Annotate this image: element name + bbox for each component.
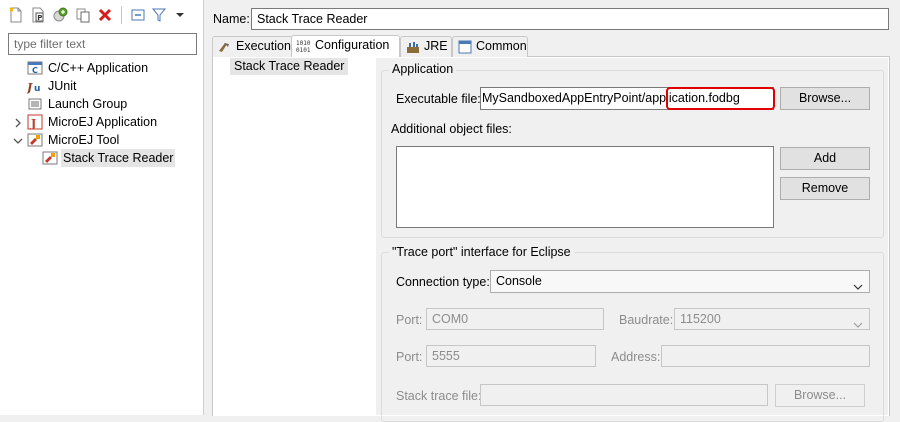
- toolbar-separator: [121, 6, 122, 24]
- tab-common[interactable]: Common: [452, 36, 528, 57]
- tree-item-label: MicroEJ Application: [48, 115, 158, 129]
- socket-port-field[interactable]: 5555: [426, 345, 596, 367]
- new-configuration-icon[interactable]: [8, 7, 24, 23]
- tab-execution[interactable]: Execution: [212, 36, 293, 57]
- new-prototype-icon[interactable]: P: [30, 7, 46, 23]
- application-group-label: Application: [389, 62, 457, 76]
- tree-item-label: JUnit: [48, 79, 77, 93]
- chevron-down-icon[interactable]: [13, 135, 23, 145]
- tab-configuration[interactable]: 1010 0101 Configuration: [291, 35, 400, 57]
- execution-icon: [217, 39, 233, 55]
- launch-config-editor: Name: Stack Trace Reader Execution 1010 0…: [205, 0, 900, 422]
- tab-jre[interactable]: JRE: [400, 36, 452, 57]
- executable-browse-button[interactable]: Browse...: [780, 87, 870, 110]
- connection-type-select[interactable]: Console: [490, 270, 870, 293]
- tab-label: Configuration: [315, 38, 390, 52]
- common-icon: [457, 39, 473, 55]
- serial-port-field[interactable]: COM0: [426, 308, 604, 330]
- additional-object-files-label: Additional object files:: [391, 122, 512, 136]
- binary-icon: 1010 0101: [296, 38, 312, 54]
- add-button[interactable]: Add: [780, 147, 870, 170]
- launch-config-list-panel: P C C/C++ Application Ju JUnit Launch Gr…: [0, 0, 204, 415]
- svg-text:1010: 1010: [296, 40, 311, 47]
- microej-application-icon: J: [27, 114, 43, 130]
- chevron-right-icon[interactable]: [13, 117, 23, 128]
- svg-text:0101: 0101: [296, 47, 311, 54]
- stack-trace-file-field[interactable]: [480, 384, 768, 406]
- executable-file-label: Executable file:: [396, 92, 481, 106]
- svg-text:C: C: [32, 66, 38, 75]
- address-label: Address:: [611, 350, 661, 364]
- tree-item-stack-trace-reader[interactable]: Stack Trace Reader: [42, 149, 176, 167]
- tree-item-label: C/C++ Application: [48, 61, 149, 75]
- trace-port-group-label: "Trace port" interface for Eclipse: [389, 245, 574, 259]
- chevron-down-icon: [853, 277, 863, 290]
- tree-item-label: MicroEJ Tool: [48, 133, 120, 147]
- baudrate-select[interactable]: 115200: [674, 308, 870, 330]
- filter-icon[interactable]: [151, 7, 167, 23]
- launch-group-icon: [27, 96, 43, 112]
- socket-port-label: Port:: [396, 350, 423, 364]
- tree-item-label: Stack Trace Reader: [61, 149, 176, 167]
- highlight-annotation: [666, 87, 775, 110]
- svg-text:J: J: [30, 117, 36, 130]
- stack-trace-reader-icon: [42, 150, 58, 166]
- tab-label: JRE: [424, 39, 448, 53]
- svg-text:P: P: [37, 14, 42, 22]
- c-application-icon: C: [27, 60, 43, 76]
- filter-input[interactable]: [8, 33, 197, 55]
- stack-trace-file-label: Stack trace file:: [396, 389, 482, 403]
- config-nav-item[interactable]: Stack Trace Reader: [230, 58, 349, 75]
- export-icon[interactable]: [52, 7, 68, 23]
- tab-label: Execution: [236, 39, 291, 53]
- name-field[interactable]: Stack Trace Reader: [251, 8, 889, 30]
- tree-item-label: Launch Group: [48, 97, 128, 111]
- stack-trace-browse-button[interactable]: Browse...: [775, 384, 865, 407]
- collapse-all-icon[interactable]: [130, 7, 146, 23]
- connection-type-value: Console: [496, 274, 542, 288]
- address-field[interactable]: [661, 345, 870, 367]
- delete-icon[interactable]: [97, 7, 113, 23]
- view-menu-chevron-down-icon[interactable]: [172, 7, 188, 23]
- duplicate-icon[interactable]: [75, 7, 91, 23]
- baudrate-label: Baudrate:: [619, 313, 674, 327]
- jre-icon: [405, 39, 421, 55]
- svg-text:u: u: [34, 84, 40, 94]
- junit-icon: Ju: [25, 78, 43, 94]
- tab-label: Common: [476, 39, 527, 53]
- baudrate-value: 115200: [680, 312, 721, 326]
- serial-port-label: Port:: [396, 313, 423, 327]
- additional-object-files-list[interactable]: [396, 146, 774, 228]
- svg-text:J: J: [27, 81, 33, 94]
- chevron-down-icon: [853, 315, 863, 328]
- connection-type-label: Connection type:: [396, 275, 490, 289]
- name-label: Name:: [213, 12, 250, 26]
- remove-button[interactable]: Remove: [780, 177, 870, 200]
- microej-tool-icon: [27, 132, 43, 148]
